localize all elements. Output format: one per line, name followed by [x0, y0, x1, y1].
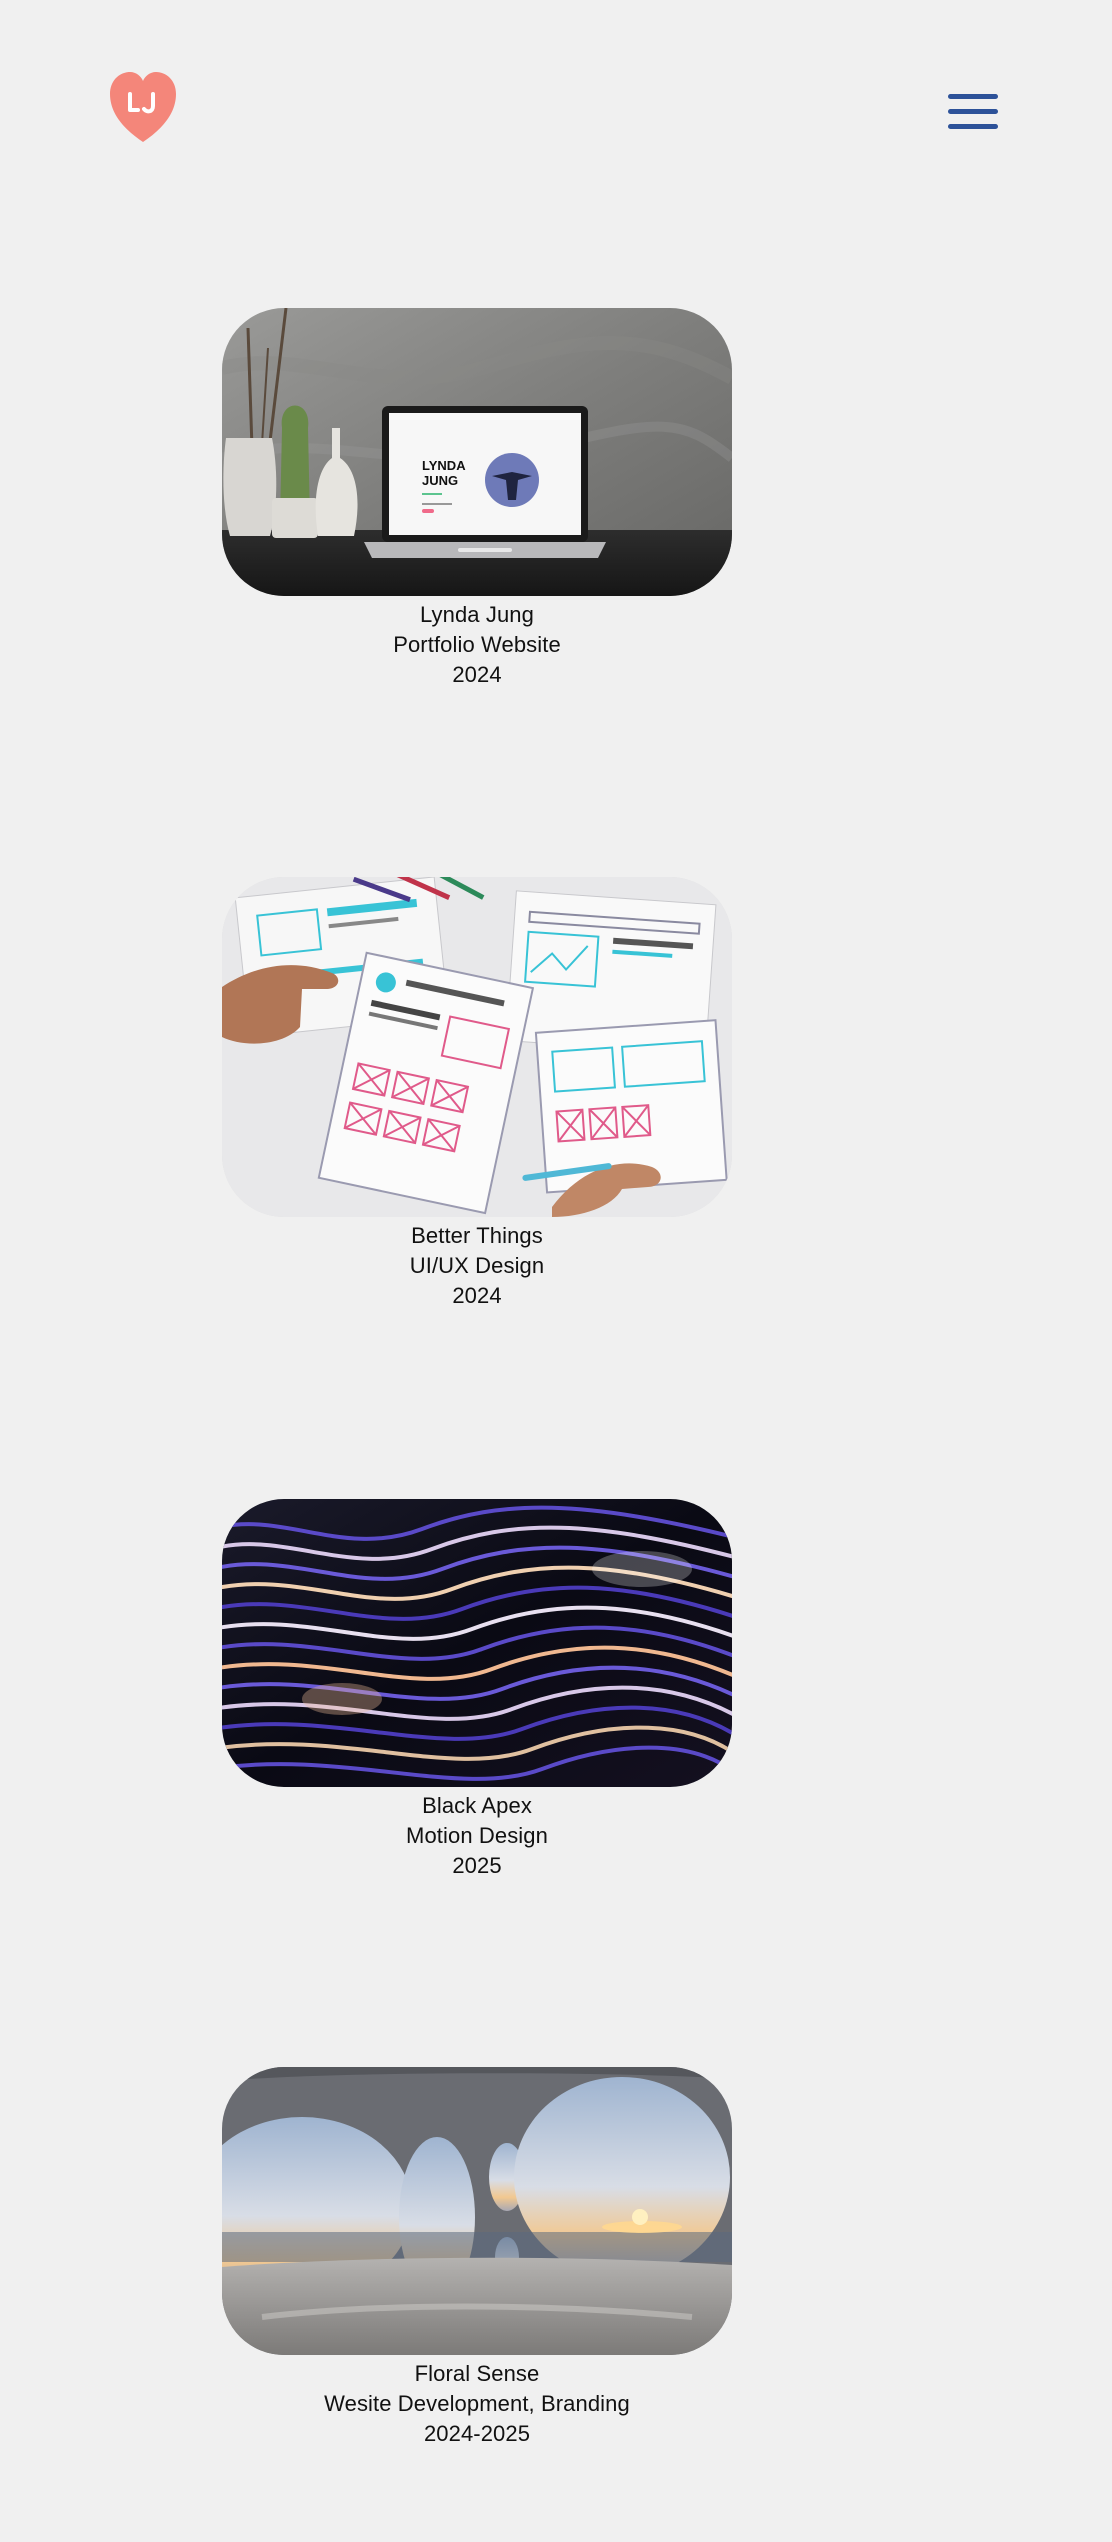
project-title: Floral Sense	[414, 2361, 540, 2386]
project-category: Motion Design	[406, 1823, 548, 1848]
project-category: Portfolio Website	[393, 632, 561, 657]
project-thumbnail[interactable]: LYNDA JUNG	[222, 308, 732, 596]
laptop-portfolio-mockup-image: LYNDA JUNG	[222, 308, 732, 596]
project-caption: Lynda Jung Portfolio Website 2024	[222, 600, 732, 690]
architecture-sea-view-image	[222, 2067, 732, 2355]
project-category: Wesite Development, Branding	[324, 2391, 630, 2416]
project-year: 2024	[452, 1283, 502, 1308]
home-logo-link[interactable]	[108, 72, 178, 144]
project-caption: Floral Sense Wesite Development, Brandin…	[222, 2359, 732, 2449]
wireframe-sketches-image	[222, 877, 732, 1217]
project-title: Black Apex	[422, 1793, 532, 1818]
laptop-screen-name-line-2: JUNG	[422, 473, 458, 488]
project-year: 2024	[452, 662, 502, 687]
hamburger-menu-button[interactable]	[948, 90, 1000, 132]
project-thumbnail[interactable]	[222, 877, 732, 1217]
menu-line	[948, 109, 998, 114]
project-card-floral-sense[interactable]: Floral Sense Wesite Development, Brandin…	[222, 2067, 732, 2449]
abstract-wave-render-image	[222, 1499, 732, 1787]
project-caption: Better Things UI/UX Design 2024	[222, 1221, 732, 1311]
project-title: Better Things	[411, 1223, 543, 1248]
project-title: Lynda Jung	[420, 602, 534, 627]
menu-line	[948, 124, 998, 129]
project-year: 2025	[452, 1853, 502, 1878]
menu-line	[948, 94, 998, 99]
project-card-lynda-jung[interactable]: LYNDA JUNG Lynda Jung Portfolio Website …	[222, 308, 732, 690]
site-header	[0, 0, 1112, 200]
laptop-screen-name-line-1: LYNDA	[422, 458, 466, 473]
project-card-better-things[interactable]: Better Things UI/UX Design 2024	[222, 877, 732, 1311]
project-category: UI/UX Design	[409, 1253, 545, 1278]
project-year: 2024-2025	[423, 2421, 531, 2446]
project-thumbnail[interactable]	[222, 2067, 732, 2355]
project-caption: Black Apex Motion Design 2025	[222, 1791, 732, 1881]
project-thumbnail[interactable]	[222, 1499, 732, 1787]
project-card-black-apex[interactable]: Black Apex Motion Design 2025	[222, 1499, 732, 1881]
heart-logo-icon	[110, 72, 176, 142]
